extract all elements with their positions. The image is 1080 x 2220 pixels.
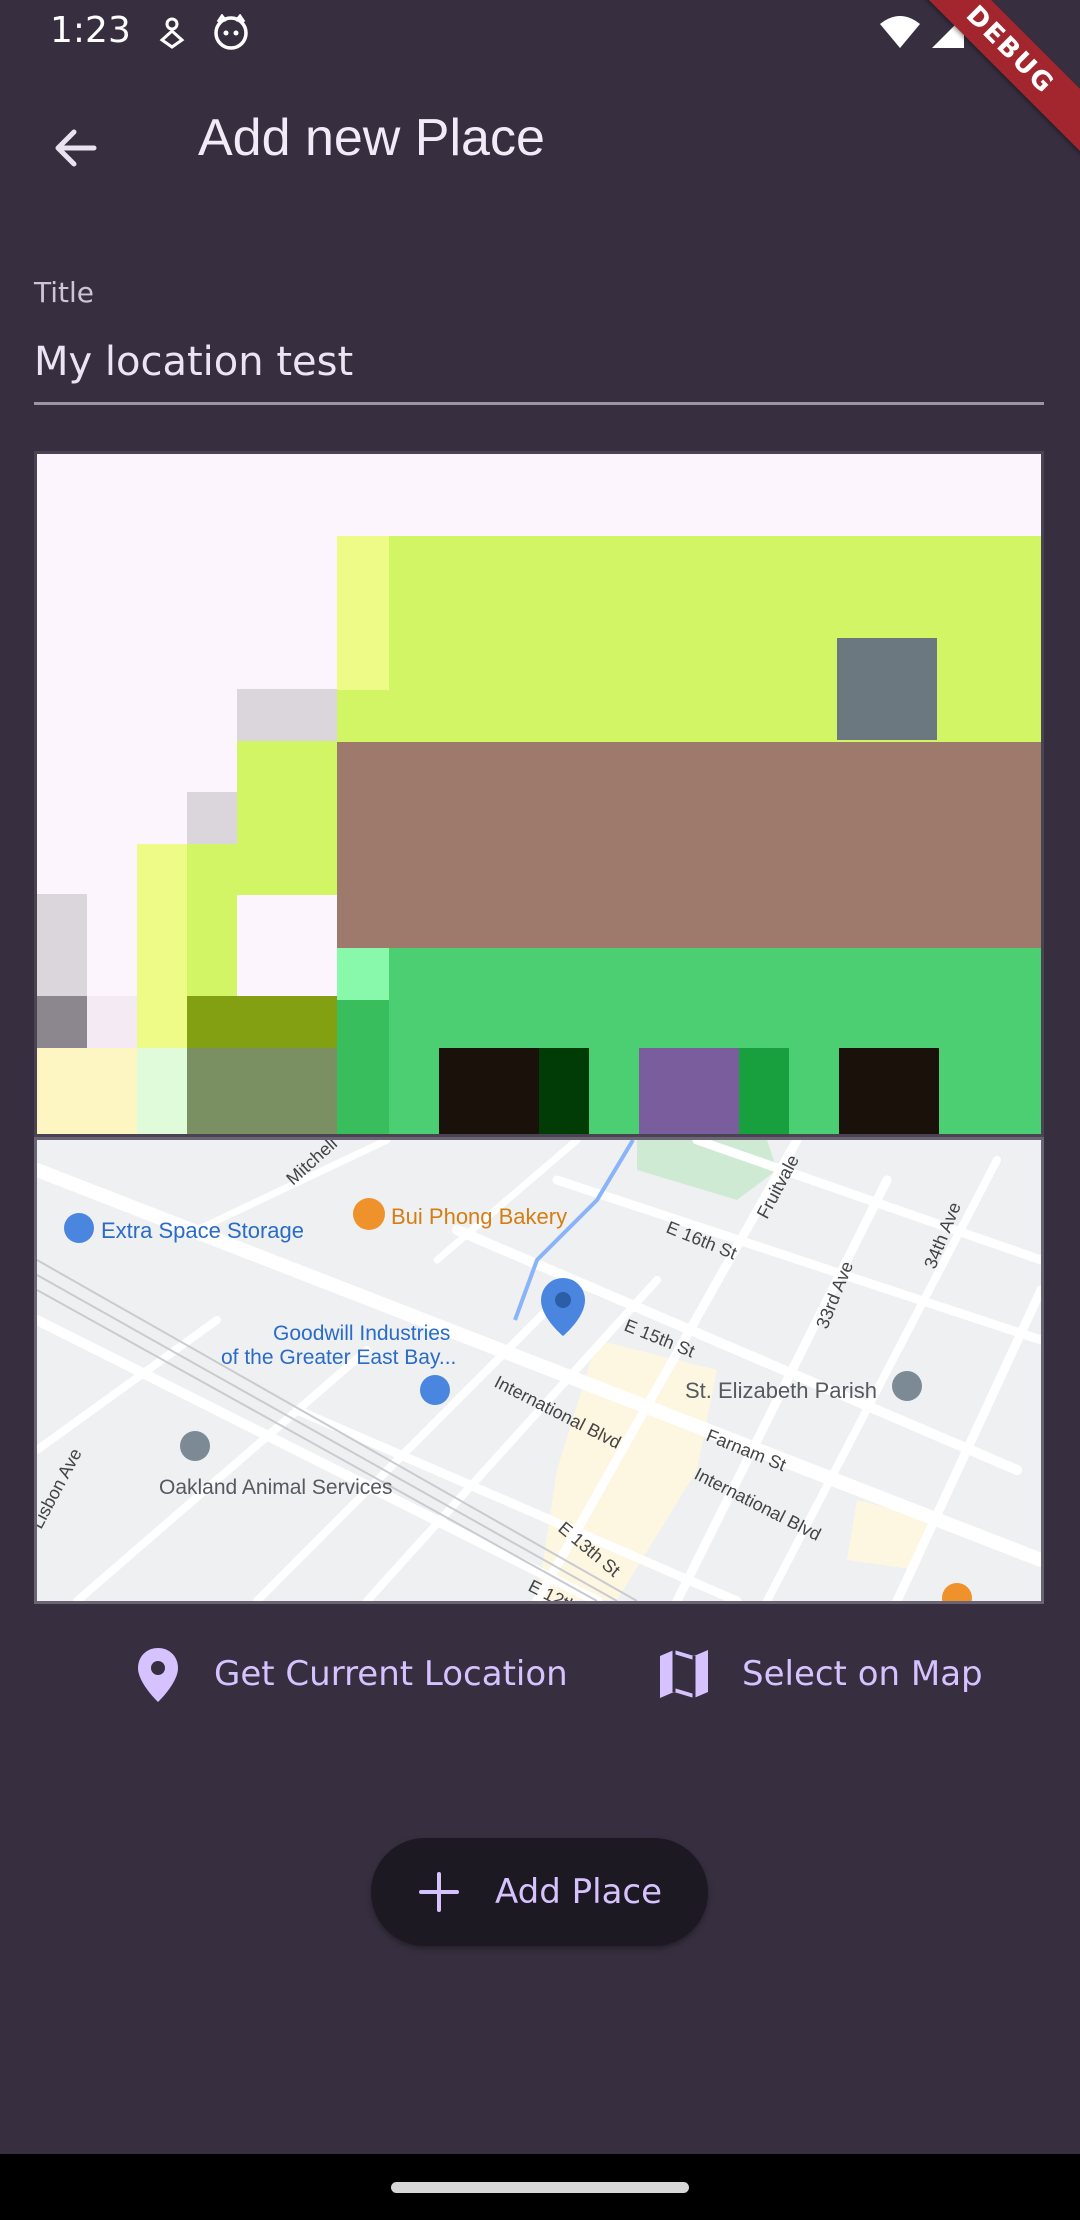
- map-icon: [660, 1650, 708, 1698]
- map-label: Goodwill Industries: [273, 1322, 450, 1345]
- download-status-icon: [156, 14, 188, 54]
- status-bar: 1:23: [0, 0, 1080, 66]
- page-title: Add new Place: [198, 109, 545, 167]
- location-actions: Get Current Location Select on Map: [0, 1632, 1080, 1716]
- title-input[interactable]: [34, 322, 1044, 405]
- plus-icon: [418, 1872, 459, 1912]
- add-place-button[interactable]: Add Place: [371, 1838, 708, 1946]
- map-label: of the Greater East Bay...: [221, 1346, 456, 1369]
- arrow-back-icon: [55, 129, 97, 167]
- app-bar: Add new Place: [0, 66, 1080, 222]
- location-pin-icon: [138, 1648, 178, 1702]
- home-gesture-handle[interactable]: [391, 2182, 689, 2193]
- get-current-location-label: Get Current Location: [214, 1654, 568, 1694]
- location-preview-image: [34, 451, 1044, 1137]
- map-label: Oakland Animal Services: [159, 1476, 392, 1499]
- back-button[interactable]: [40, 112, 112, 184]
- map-label: St. Elizabeth Parish: [685, 1378, 877, 1403]
- map-preview: Extra Space Storage Bui Phong Bakery Goo…: [34, 1137, 1044, 1604]
- get-current-location-button[interactable]: Get Current Location: [132, 1632, 568, 1716]
- wifi-icon: [878, 14, 922, 54]
- select-on-map-button[interactable]: Select on Map: [656, 1632, 983, 1716]
- status-time: 1:23: [50, 10, 131, 51]
- map-label: Bui Phong Bakery: [391, 1204, 567, 1229]
- system-nav-bar: [0, 2154, 1080, 2220]
- title-field-label: Title: [34, 276, 95, 309]
- add-place-label: Add Place: [494, 1872, 663, 1912]
- select-on-map-label: Select on Map: [742, 1654, 983, 1694]
- map-label: Extra Space Storage: [101, 1218, 304, 1243]
- cat-face-icon: [212, 13, 250, 54]
